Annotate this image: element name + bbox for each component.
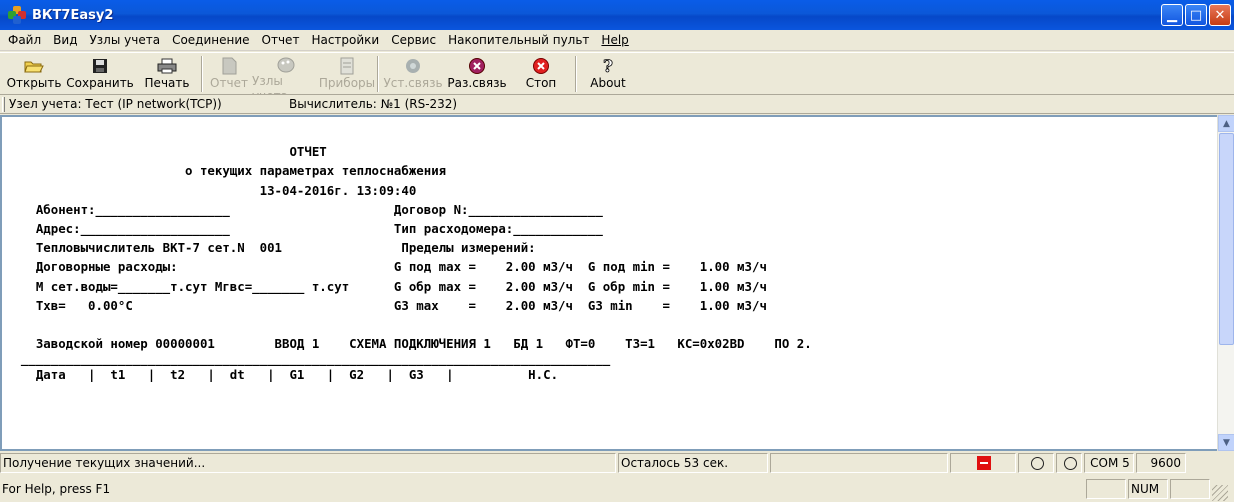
report-line: Абонент:__________________ Договор N:___… (6, 201, 603, 217)
progress-text: Получение текущих значений... (3, 456, 206, 470)
tx-led-icon (1063, 456, 1077, 470)
empty-pane (770, 453, 948, 473)
rx-led-icon (1030, 456, 1044, 470)
connect-icon (402, 56, 424, 76)
report-line: 13-04-2016г. 13:09:40 (6, 182, 417, 198)
app-icon (8, 6, 26, 24)
question-icon: ? (597, 56, 619, 76)
report-button[interactable]: Отчет (206, 53, 252, 95)
report-line: Тепловычислитель ВКТ-7 сет.N 001 Пределы… (6, 240, 536, 256)
close-icon: ✕ (1214, 7, 1226, 23)
printer-icon (156, 56, 178, 76)
chevron-down-icon: ▼ (1223, 437, 1230, 448)
report-line: М сет.воды=_______т.сут Мгвс=_______ т.с… (6, 278, 767, 294)
led-pane (1056, 453, 1082, 473)
disconnect-icon (466, 56, 488, 76)
calc-info: Вычислитель: №1 (RS-232) (289, 97, 458, 111)
remaining-text: Осталось 53 сек. (621, 456, 729, 470)
minimize-icon: ▁ (1167, 7, 1177, 23)
toolbar: Открыть Сохранить Печать Отчет Узлы уче (0, 52, 1234, 103)
toolbar-separator (201, 56, 203, 92)
info-bar: Узел учета: Тест (IP network(TCP)) Вычис… (0, 95, 1234, 114)
open-button[interactable]: Открыть (4, 53, 64, 95)
report-line: Адрес:____________________ Тип расходоме… (6, 221, 603, 237)
menu-settings[interactable]: Настройки (305, 30, 385, 50)
minimize-button[interactable]: ▁ (1161, 4, 1183, 26)
maximize-icon: □ (1189, 7, 1203, 23)
port-text: COM 5 (1090, 456, 1130, 470)
caps-pane (1086, 478, 1126, 499)
scroll-thumb[interactable] (1219, 133, 1234, 345)
error-indicator-icon (977, 456, 991, 470)
floppy-icon (89, 56, 111, 76)
folder-open-icon (23, 56, 45, 76)
title-bar[interactable]: ВКТ7Easy2 ▁ □ ✕ (0, 0, 1234, 30)
stop-icon (530, 56, 552, 76)
num-pane: NUM (1128, 478, 1168, 499)
menu-connection[interactable]: Соединение (166, 30, 255, 50)
connect-button[interactable]: Уст.связь (382, 53, 444, 95)
about-button[interactable]: ? About (580, 53, 636, 95)
main-window: ВКТ7Easy2 ▁ □ ✕ Файл Вид Узлы учета Соед… (0, 0, 1234, 502)
device-list-icon (336, 56, 358, 76)
maximize-button[interactable]: □ (1185, 4, 1207, 26)
baud-pane: 9600 (1136, 453, 1186, 473)
report-line (6, 315, 1214, 334)
menu-view[interactable]: Вид (47, 30, 83, 50)
report-line: Тхв= 0.00°С G3 max = 2.00 м3/ч G3 min = … (6, 297, 767, 313)
devices-button[interactable]: Приборы (319, 53, 375, 95)
resize-grip[interactable] (1212, 484, 1228, 501)
svg-text:?: ? (603, 57, 613, 75)
help-text: For Help, press F1 (2, 481, 111, 496)
scroll-down-button[interactable]: ▼ (1218, 434, 1234, 451)
node-info: Узел учета: Тест (IP network(TCP)) (9, 97, 222, 111)
report-line: Дата | t1 | t2 | dt | G1 | G2 | G3 | Н.С… (6, 367, 559, 383)
progress-pane: Получение текущих значений... (0, 453, 616, 473)
disconnect-button[interactable]: Раз.связь (444, 53, 510, 95)
save-button[interactable]: Сохранить (64, 53, 136, 95)
menu-bar: Файл Вид Узлы учета Соединение Отчет Нас… (0, 30, 1234, 51)
scrl-pane (1170, 478, 1210, 499)
menu-help[interactable]: Help (595, 30, 634, 50)
menu-accumulator[interactable]: Накопительный пульт (442, 30, 595, 50)
error-indicator-pane (950, 453, 1016, 473)
nodes-button[interactable]: Узлы учета (252, 53, 320, 103)
report-line: о текущих параметрах теплоснабжения (6, 163, 447, 179)
port-pane: COM 5 (1084, 453, 1134, 473)
toolbar-separator (575, 56, 577, 92)
status-bar-bottom: For Help, press F1 NUM (0, 475, 1234, 502)
scroll-up-button[interactable]: ▲ (1218, 115, 1234, 132)
baud-text: 9600 (1150, 456, 1181, 470)
remaining-pane: Осталось 53 сек. (618, 453, 768, 473)
report-text: ОТЧЕТ о текущих параметрах теплоснабжени… (6, 123, 1214, 451)
status-bar-top: Получение текущих значений... Осталось 5… (0, 451, 1234, 475)
toolbar-separator (377, 56, 379, 92)
chevron-up-icon: ▲ (1223, 118, 1230, 129)
print-button[interactable]: Печать (136, 53, 198, 95)
vertical-scrollbar[interactable]: ▲ ▼ (1217, 115, 1234, 451)
report-line: ________________________________________… (6, 351, 611, 367)
palette-icon (275, 56, 297, 74)
help-pane: For Help, press F1 (0, 479, 1084, 499)
menu-nodes[interactable]: Узлы учета (83, 30, 166, 50)
report-line: ОТЧЕТ (6, 144, 327, 160)
report-view[interactable]: ОТЧЕТ о текущих параметрах теплоснабжени… (0, 115, 1234, 451)
grip-handle[interactable] (2, 96, 5, 112)
document-icon (218, 56, 240, 76)
menu-service[interactable]: Сервис (385, 30, 442, 50)
window-title: ВКТ7Easy2 (32, 7, 114, 23)
menu-report[interactable]: Отчет (256, 30, 306, 50)
led-pane (1018, 453, 1054, 473)
report-line: Договорные расходы: G под max = 2.00 м3/… (6, 259, 767, 275)
num-lock-indicator: NUM (1131, 481, 1160, 496)
stop-button[interactable]: Стоп (510, 53, 572, 95)
menu-file[interactable]: Файл (2, 30, 47, 50)
close-button[interactable]: ✕ (1209, 4, 1231, 26)
